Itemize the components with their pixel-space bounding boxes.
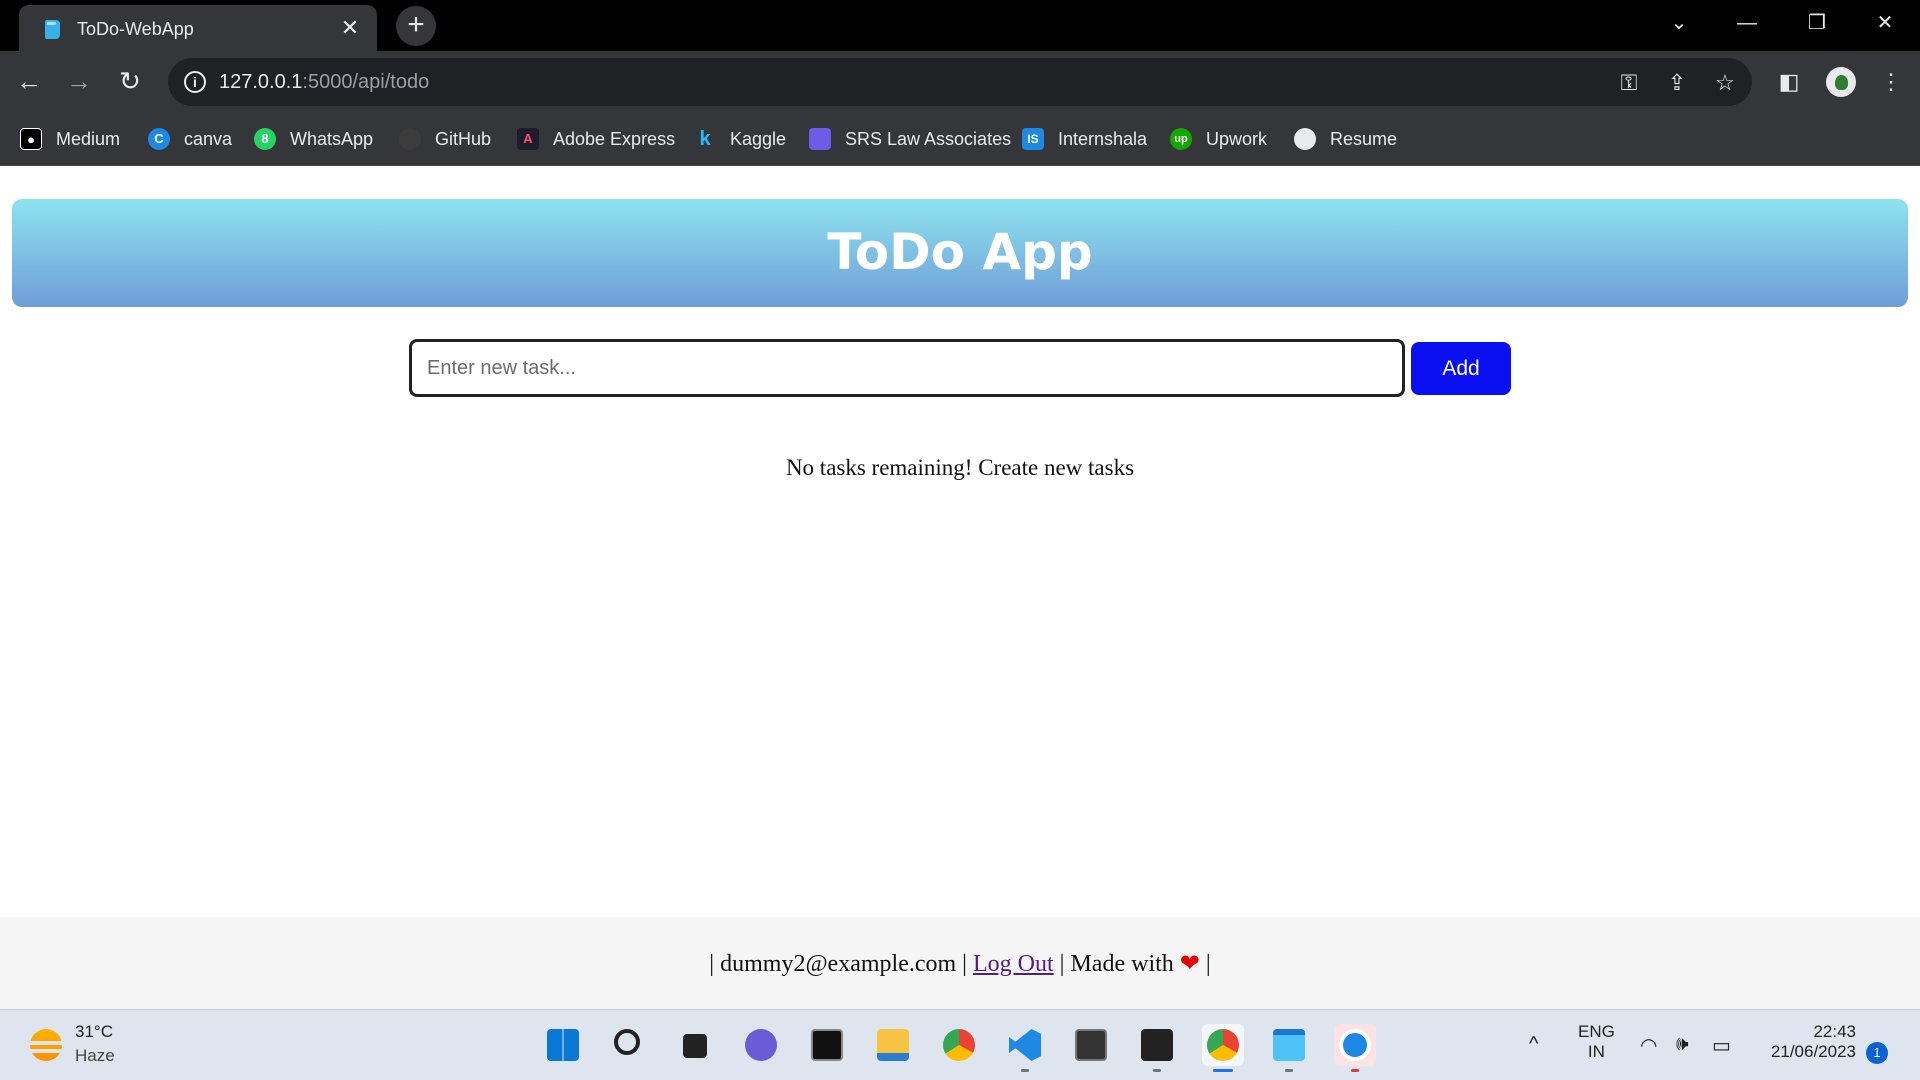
bookmark-internshala[interactable]: IS Internshala [1022, 125, 1147, 153]
teams-chat-icon[interactable] [740, 1024, 782, 1066]
windows-taskbar: 31°C Haze ^ ENG IN ◠ 🕪 ▭ 22:43 21/06/202… [0, 1009, 1920, 1080]
start-windows-icon[interactable] [542, 1024, 584, 1066]
tab-search-chevron-icon[interactable]: ⌄ [1661, 8, 1697, 38]
clock-date: 21/06/2023 [1770, 1042, 1856, 1061]
browser-tab-active[interactable]: ToDo-WebApp ✕ [19, 5, 377, 51]
bookmark-label: SRS Law Associates [845, 128, 1012, 149]
language-code: ENG [1578, 1022, 1615, 1041]
url-host: 127.0.0.1 [219, 71, 303, 93]
clock-time: 22:43 [1813, 1022, 1856, 1041]
tab-title: ToDo-WebApp [77, 19, 194, 39]
todo-favicon-icon [45, 20, 60, 39]
url-text[interactable]: 127.0.0.1:5000/api/todo [219, 71, 429, 94]
bookmark-label: Adobe Express [553, 128, 676, 149]
weather-condition[interactable]: Haze [75, 1046, 115, 1066]
weather-temperature[interactable]: 31°C [75, 1022, 113, 1042]
restore-icon[interactable]: ❐ [1799, 8, 1835, 38]
canva-icon: C [148, 128, 170, 150]
globe-icon [1294, 128, 1316, 150]
snipping-tool-icon[interactable] [1334, 1024, 1376, 1072]
footer-line: | dummy2@example.com | Log Out | Made wi… [0, 949, 1920, 978]
reload-icon[interactable]: ↻ [112, 63, 148, 99]
bookmark-kaggle[interactable]: k Kaggle [694, 125, 786, 153]
volume-icon[interactable]: 🕪 [1676, 1033, 1689, 1056]
tray-chevron-up-icon[interactable]: ^ [1529, 1033, 1538, 1056]
bookmark-resume[interactable]: Resume [1294, 125, 1397, 153]
site-info-icon[interactable]: i [184, 71, 206, 93]
kaggle-icon: k [699, 128, 711, 150]
bookmark-label: Upwork [1206, 128, 1268, 149]
bookmark-label: canva [184, 128, 233, 149]
notepad-icon[interactable] [1268, 1024, 1310, 1072]
user-email: dummy2@example.com [720, 951, 957, 977]
bookmark-star-icon[interactable]: ☆ [1710, 68, 1740, 98]
side-panel-icon[interactable]: ◧ [1772, 65, 1806, 99]
windows-terminal-icon[interactable] [1136, 1024, 1178, 1072]
bookmark-label: GitHub [435, 128, 492, 149]
clock[interactable]: 22:43 21/06/2023 [1762, 1022, 1856, 1062]
command-prompt-icon[interactable] [806, 1024, 848, 1066]
adobe-express-icon: A [517, 128, 539, 150]
search-icon[interactable] [608, 1024, 650, 1066]
password-key-icon[interactable]: ⚿ [1614, 68, 1644, 98]
region-code: IN [1587, 1042, 1605, 1061]
wifi-icon[interactable]: ◠ [1640, 1033, 1657, 1058]
github-icon [399, 128, 421, 150]
logout-link[interactable]: Log Out [973, 951, 1054, 977]
bookmark-medium[interactable]: ● Medium [20, 125, 120, 153]
bookmark-label: WhatsApp [290, 128, 374, 149]
bookmark-label: Internshala [1058, 128, 1148, 149]
bookmark-github[interactable]: GitHub [399, 125, 491, 153]
vscode-icon[interactable] [1004, 1024, 1046, 1072]
tab-close-icon[interactable]: ✕ [337, 15, 363, 41]
language-indicator[interactable]: ENG IN [1578, 1022, 1615, 1062]
bookmark-whatsapp[interactable]: 8 WhatsApp [254, 125, 373, 153]
internshala-icon: IS [1022, 128, 1044, 150]
address-bar[interactable]: i 127.0.0.1:5000/api/todo ⚿ ⇪ ☆ [168, 58, 1752, 106]
back-arrow-icon[interactable]: ← [11, 63, 47, 99]
close-window-icon[interactable]: ✕ [1867, 8, 1903, 38]
footer-separator: | [1205, 951, 1211, 977]
new-tab-button[interactable]: + [396, 6, 436, 46]
menu-kebab-icon[interactable]: ⋮ [1874, 65, 1908, 99]
new-task-input[interactable] [409, 339, 1405, 397]
forward-arrow-icon[interactable]: → [61, 63, 97, 99]
footer-separator: | [962, 951, 967, 977]
app-header: ToDo App [12, 199, 1908, 307]
heart-icon: ❤ [1179, 951, 1200, 977]
bookmark-label: Medium [56, 128, 121, 149]
weather-sun-haze-icon[interactable] [26, 1029, 66, 1061]
medium-icon: ● [20, 128, 42, 150]
share-icon[interactable]: ⇪ [1662, 68, 1692, 98]
terminal-app-icon[interactable] [1070, 1024, 1112, 1066]
bookmark-srs-law[interactable]: SRS Law Associates [809, 125, 1011, 153]
made-with-text: | Made with [1059, 951, 1174, 977]
task-view-icon[interactable] [674, 1024, 716, 1066]
profile-avatar-icon[interactable] [1826, 67, 1856, 97]
footer-separator: | [709, 951, 715, 977]
whatsapp-icon: 8 [254, 128, 276, 150]
bookmark-upwork[interactable]: up Upwork [1170, 125, 1267, 153]
bookmark-label: Kaggle [730, 128, 787, 149]
file-explorer-icon[interactable] [872, 1024, 914, 1066]
upwork-icon: up [1170, 128, 1192, 150]
bookmark-canva[interactable]: Ccanva [148, 125, 232, 153]
add-task-button[interactable]: Add [1411, 342, 1511, 395]
chrome-profile-icon[interactable] [1202, 1024, 1244, 1072]
url-path: :5000/api/todo [302, 71, 430, 93]
empty-tasks-message: No tasks remaining! Create new tasks [785, 455, 1135, 480]
app-footer: | dummy2@example.com | Log Out | Made wi… [0, 917, 1920, 1009]
browser-toolbar: ← → ↻ i 127.0.0.1:5000/api/todo ⚿ ⇪ ☆ ◧ … [0, 51, 1920, 113]
app-title: ToDo App [827, 223, 1093, 281]
calendar-icon [809, 128, 831, 150]
battery-icon[interactable]: ▭ [1712, 1033, 1731, 1058]
chrome-icon[interactable] [938, 1024, 980, 1066]
bookmark-adobe-express[interactable]: A Adobe Express [517, 125, 675, 153]
notification-badge[interactable]: 1 [1866, 1042, 1888, 1064]
browser-tabbar: ToDo-WebApp ✕ + ⌄ — ❐ ✕ [0, 0, 1920, 51]
bookmarks-bar: ● Medium Ccanva 8 WhatsApp GitHub A Adobe E… [0, 113, 1920, 166]
bookmark-label: Resume [1330, 128, 1398, 149]
minimize-icon[interactable]: — [1729, 8, 1765, 38]
